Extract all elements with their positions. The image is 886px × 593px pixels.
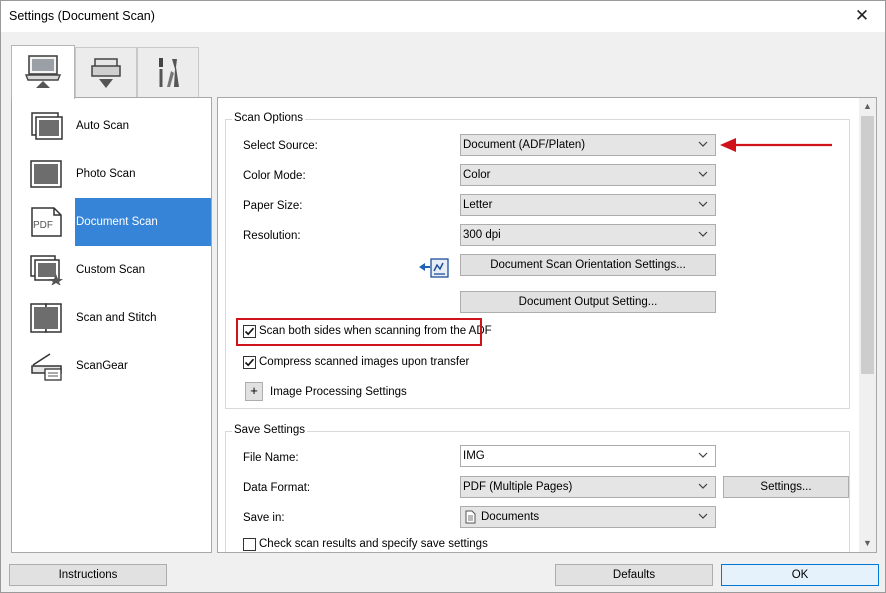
color-mode-label: Color Mode: xyxy=(243,170,306,182)
settings-panel: Scan Options Select Source: Document (AD… xyxy=(217,97,877,553)
dropdown-value: Document (ADF/Platen) xyxy=(463,139,586,151)
checkbox-label: Check scan results and specify save sett… xyxy=(259,538,488,550)
chevron-down-icon xyxy=(698,171,708,177)
format-settings-button[interactable]: Settings... xyxy=(723,476,849,498)
scroll-up-icon[interactable]: ▲ xyxy=(859,98,876,115)
chevron-down-icon xyxy=(698,141,708,147)
group-title: Scan Options xyxy=(232,112,306,124)
save-in-label: Save in: xyxy=(243,512,285,524)
svg-text:PDF: PDF xyxy=(33,220,53,231)
dropdown-value: Documents xyxy=(481,511,540,523)
annotation-highlight-box xyxy=(236,318,482,346)
auto-scan-icon xyxy=(31,112,63,140)
general-settings-tab[interactable] xyxy=(137,47,199,98)
checkbox-label: Compress scanned images upon transfer xyxy=(259,356,470,368)
color-mode-dropdown[interactable]: Color xyxy=(460,164,716,186)
close-icon[interactable]: ✕ xyxy=(845,3,879,29)
select-source-dropdown[interactable]: Document (ADF/Platen) xyxy=(460,134,716,156)
file-name-combobox[interactable]: IMG xyxy=(460,445,716,467)
tools-icon xyxy=(159,58,179,87)
resolution-dropdown[interactable]: 300 dpi xyxy=(460,224,716,246)
nav-item-photo-scan[interactable]: Photo Scan xyxy=(12,150,211,198)
resolution-label: Resolution: xyxy=(243,230,301,242)
data-format-dropdown[interactable]: PDF (Multiple Pages) xyxy=(460,476,716,498)
window-title: Settings (Document Scan) xyxy=(9,9,155,23)
scan-from-computer-tab[interactable] xyxy=(11,45,75,99)
chevron-down-icon xyxy=(698,452,708,458)
photo-scan-icon xyxy=(30,160,62,188)
checkmark-icon xyxy=(244,358,255,367)
chevron-down-icon xyxy=(698,231,708,237)
nav-item-label: ScanGear xyxy=(76,360,128,372)
select-source-label: Select Source: xyxy=(243,140,318,152)
group-title: Save Settings xyxy=(232,424,307,436)
paper-size-label: Paper Size: xyxy=(243,200,303,212)
scanner-down-icon xyxy=(91,58,121,88)
save-in-dropdown[interactable]: Documents xyxy=(460,506,716,528)
dropdown-value: 300 dpi xyxy=(463,229,501,241)
output-settings-button[interactable]: Document Output Setting... xyxy=(460,291,716,313)
scangear-icon xyxy=(31,353,62,381)
check-results-checkbox[interactable] xyxy=(243,538,256,551)
nav-item-custom-scan[interactable]: Custom Scan xyxy=(12,246,211,294)
annotation-arrow-icon xyxy=(720,138,832,152)
dropdown-value: Color xyxy=(463,169,491,181)
expand-image-processing-button[interactable]: + xyxy=(245,382,263,401)
data-format-label: Data Format: xyxy=(243,482,311,494)
folder-documents-icon xyxy=(465,510,476,524)
nav-item-auto-scan[interactable]: Auto Scan xyxy=(12,102,211,150)
custom-scan-icon xyxy=(30,255,63,285)
nav-item-scan-and-stitch[interactable]: Scan and Stitch xyxy=(12,294,211,342)
chevron-down-icon xyxy=(698,201,708,207)
nav-item-label: Document Scan xyxy=(75,198,211,246)
vertical-scrollbar[interactable]: ▲ ▼ xyxy=(859,98,876,552)
chevron-down-icon xyxy=(698,483,708,489)
scan-from-panel-tab[interactable] xyxy=(75,47,137,98)
nav-item-scangear[interactable]: ScanGear xyxy=(12,342,211,390)
settings-window: Settings (Document Scan) ✕ Auto Scan Pho… xyxy=(0,0,886,593)
nav-item-label: Auto Scan xyxy=(76,120,130,132)
title-bar: Settings (Document Scan) ✕ xyxy=(1,1,885,32)
nav-item-document-scan[interactable]: PDF Document Scan xyxy=(12,198,211,246)
compress-row[interactable]: Compress scanned images upon transfer xyxy=(243,354,483,372)
nav-item-label: Photo Scan xyxy=(76,168,136,180)
instructions-button[interactable]: Instructions xyxy=(9,564,167,586)
paper-size-dropdown[interactable]: Letter xyxy=(460,194,716,216)
scan-options-group: Scan Options Select Source: Document (AD… xyxy=(225,112,850,409)
computer-icon xyxy=(24,54,62,88)
scan-stitch-icon xyxy=(30,303,62,333)
chevron-down-icon xyxy=(698,513,708,519)
dropdown-value: Letter xyxy=(463,199,493,211)
orientation-settings-button[interactable]: Document Scan Orientation Settings... xyxy=(460,254,716,276)
pdf-document-icon: PDF xyxy=(31,207,62,237)
defaults-button[interactable]: Defaults xyxy=(555,564,713,586)
image-processing-label: Image Processing Settings xyxy=(270,386,407,398)
scan-mode-list: Auto Scan Photo Scan PDF Document Scan C… xyxy=(11,97,212,553)
scroll-down-icon[interactable]: ▼ xyxy=(859,535,876,552)
nav-item-label: Scan and Stitch xyxy=(76,312,157,324)
save-settings-group: Save Settings File Name: IMG Data Format… xyxy=(225,424,850,552)
nav-item-label: Custom Scan xyxy=(76,264,146,276)
combobox-value: IMG xyxy=(463,450,485,462)
ok-button[interactable]: OK xyxy=(721,564,879,586)
compress-checkbox[interactable] xyxy=(243,356,256,369)
scrollbar-thumb[interactable] xyxy=(861,116,874,374)
file-name-label: File Name: xyxy=(243,452,299,464)
dropdown-value: PDF (Multiple Pages) xyxy=(463,481,573,493)
check-results-row[interactable]: Check scan results and specify save sett… xyxy=(243,536,503,552)
orientation-icon xyxy=(419,258,449,278)
